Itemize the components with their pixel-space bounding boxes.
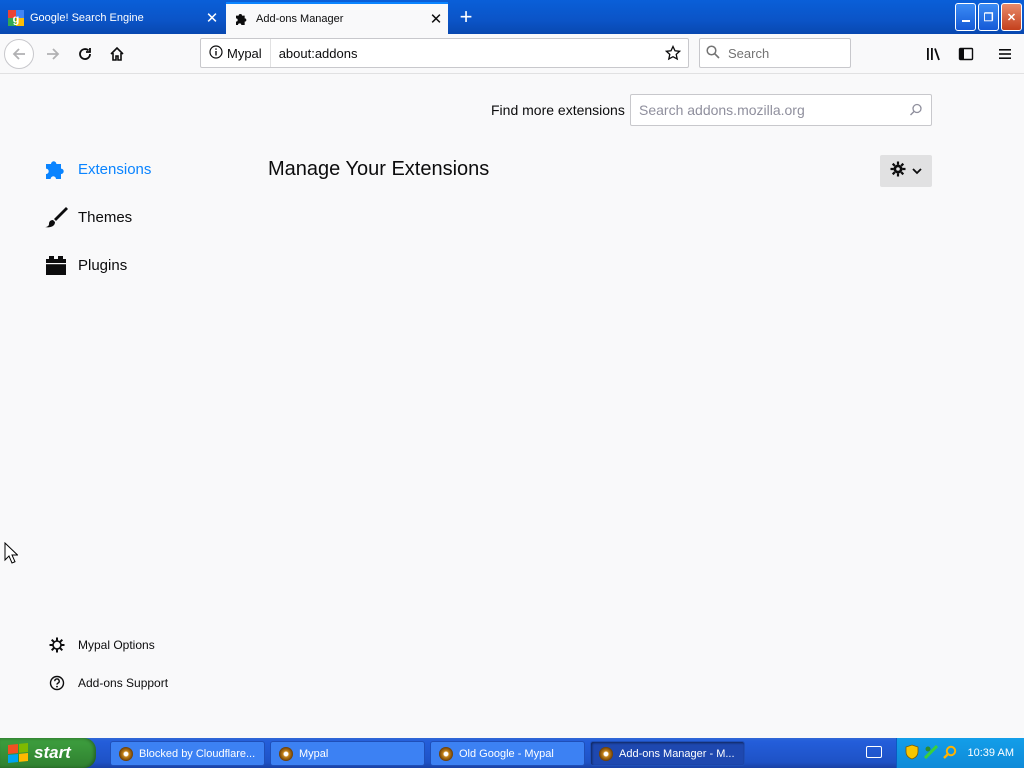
start-button[interactable]: start (0, 738, 96, 768)
category-extensions[interactable]: Extensions (44, 157, 151, 181)
gear-icon (890, 161, 906, 182)
home-button[interactable] (102, 39, 132, 69)
url-text[interactable]: about:addons (271, 46, 658, 61)
back-button[interactable] (4, 39, 34, 69)
bookmark-star-icon[interactable] (658, 45, 688, 61)
tools-menu-button[interactable] (880, 155, 932, 187)
chevron-down-icon (912, 162, 922, 180)
mouse-cursor-icon (4, 541, 19, 569)
search-placeholder: Search (728, 45, 770, 61)
search-icon (706, 44, 720, 62)
window-controls: ❐ ✕ (955, 3, 1022, 31)
system-tray: 10:39 AM (896, 738, 1024, 768)
puzzle-icon (234, 11, 250, 27)
taskbar-item[interactable]: Mypal (270, 741, 425, 766)
addons-search-placeholder: Search addons.mozilla.org (639, 102, 805, 118)
brush-icon (44, 205, 68, 229)
tab-addons-manager[interactable]: Add-ons Manager ✕ (226, 2, 448, 34)
mypal-app-icon (279, 746, 293, 761)
tab-title: Add-ons Manager (256, 13, 344, 25)
mypal-app-icon (439, 746, 453, 761)
tab-title: Google! Search Engine (30, 12, 144, 24)
gear-icon (48, 637, 66, 653)
taskbar-item[interactable]: Blocked by Cloudflare... (110, 741, 265, 766)
taskbar-item-label: Blocked by Cloudflare... (139, 747, 256, 760)
keyboard-icon[interactable] (866, 746, 882, 758)
network-icon[interactable] (923, 744, 938, 762)
footer-link-label: Add-ons Support (78, 676, 169, 690)
start-label: start (34, 743, 71, 762)
category-label: Plugins (78, 256, 128, 274)
hamburger-menu-icon[interactable] (990, 39, 1020, 69)
windows-logo-icon (8, 742, 28, 764)
category-label: Extensions (78, 160, 152, 178)
info-icon (209, 44, 223, 62)
tab-close-icon[interactable]: ✕ (200, 9, 224, 27)
category-label: Themes (78, 208, 133, 226)
tab-close-icon[interactable]: ✕ (424, 10, 448, 28)
puzzle-icon (44, 157, 68, 181)
tab-strip: g Google! Search Engine ✕ Add-ons Manage… (0, 0, 1024, 34)
search-input[interactable]: Search (699, 38, 851, 68)
security-shield-icon[interactable] (905, 744, 919, 763)
library-icon[interactable] (919, 39, 949, 69)
plugin-icon (44, 253, 68, 277)
category-plugins[interactable]: Plugins (44, 253, 127, 277)
identity-label: Mypal (227, 45, 262, 61)
reload-button[interactable] (70, 39, 100, 69)
search-icon[interactable] (942, 745, 957, 762)
taskbar-item-label: Add-ons Manager - M... (619, 747, 735, 760)
help-icon (48, 675, 66, 691)
taskbar-item-label: Old Google - Mypal (459, 747, 554, 760)
clock: 10:39 AM (967, 747, 1014, 759)
taskbar-item[interactable]: Add-ons Manager - M... (590, 741, 745, 766)
svg-text:g: g (13, 14, 20, 26)
new-tab-button[interactable]: + (452, 3, 480, 31)
sidebar-icon[interactable] (951, 39, 981, 69)
google-favicon-icon: g (8, 10, 24, 26)
addons-manager-page: Find more extensions Search addons.mozil… (0, 75, 1024, 738)
mypal-app-icon (599, 746, 613, 761)
tab-google-search[interactable]: g Google! Search Engine ✕ (0, 2, 224, 34)
category-themes[interactable]: Themes (44, 205, 132, 229)
windows-taskbar: start Blocked by Cloudflare... Mypal Old… (0, 738, 1024, 768)
taskbar-item-label: Mypal (299, 747, 329, 760)
restore-button[interactable]: ❐ (978, 3, 999, 31)
navigation-toolbar: Mypal about:addons Search (0, 34, 1024, 74)
footer-link-label: Mypal Options (78, 638, 155, 652)
mypal-app-icon (119, 746, 133, 761)
forward-button[interactable] (38, 39, 68, 69)
page-title: Manage Your Extensions (268, 158, 490, 180)
mypal-options-link[interactable]: Mypal Options (48, 637, 155, 653)
url-bar[interactable]: Mypal about:addons (200, 38, 689, 68)
addons-search-input[interactable]: Search addons.mozilla.org (630, 94, 932, 126)
search-icon (909, 103, 923, 120)
site-identity[interactable]: Mypal (201, 39, 271, 67)
taskbar-item[interactable]: Old Google - Mypal (430, 741, 585, 766)
addons-support-link[interactable]: Add-ons Support (48, 675, 168, 691)
close-window-button[interactable]: ✕ (1001, 3, 1022, 31)
find-more-extensions-label: Find more extensions (491, 102, 625, 118)
minimize-button[interactable] (955, 3, 976, 31)
